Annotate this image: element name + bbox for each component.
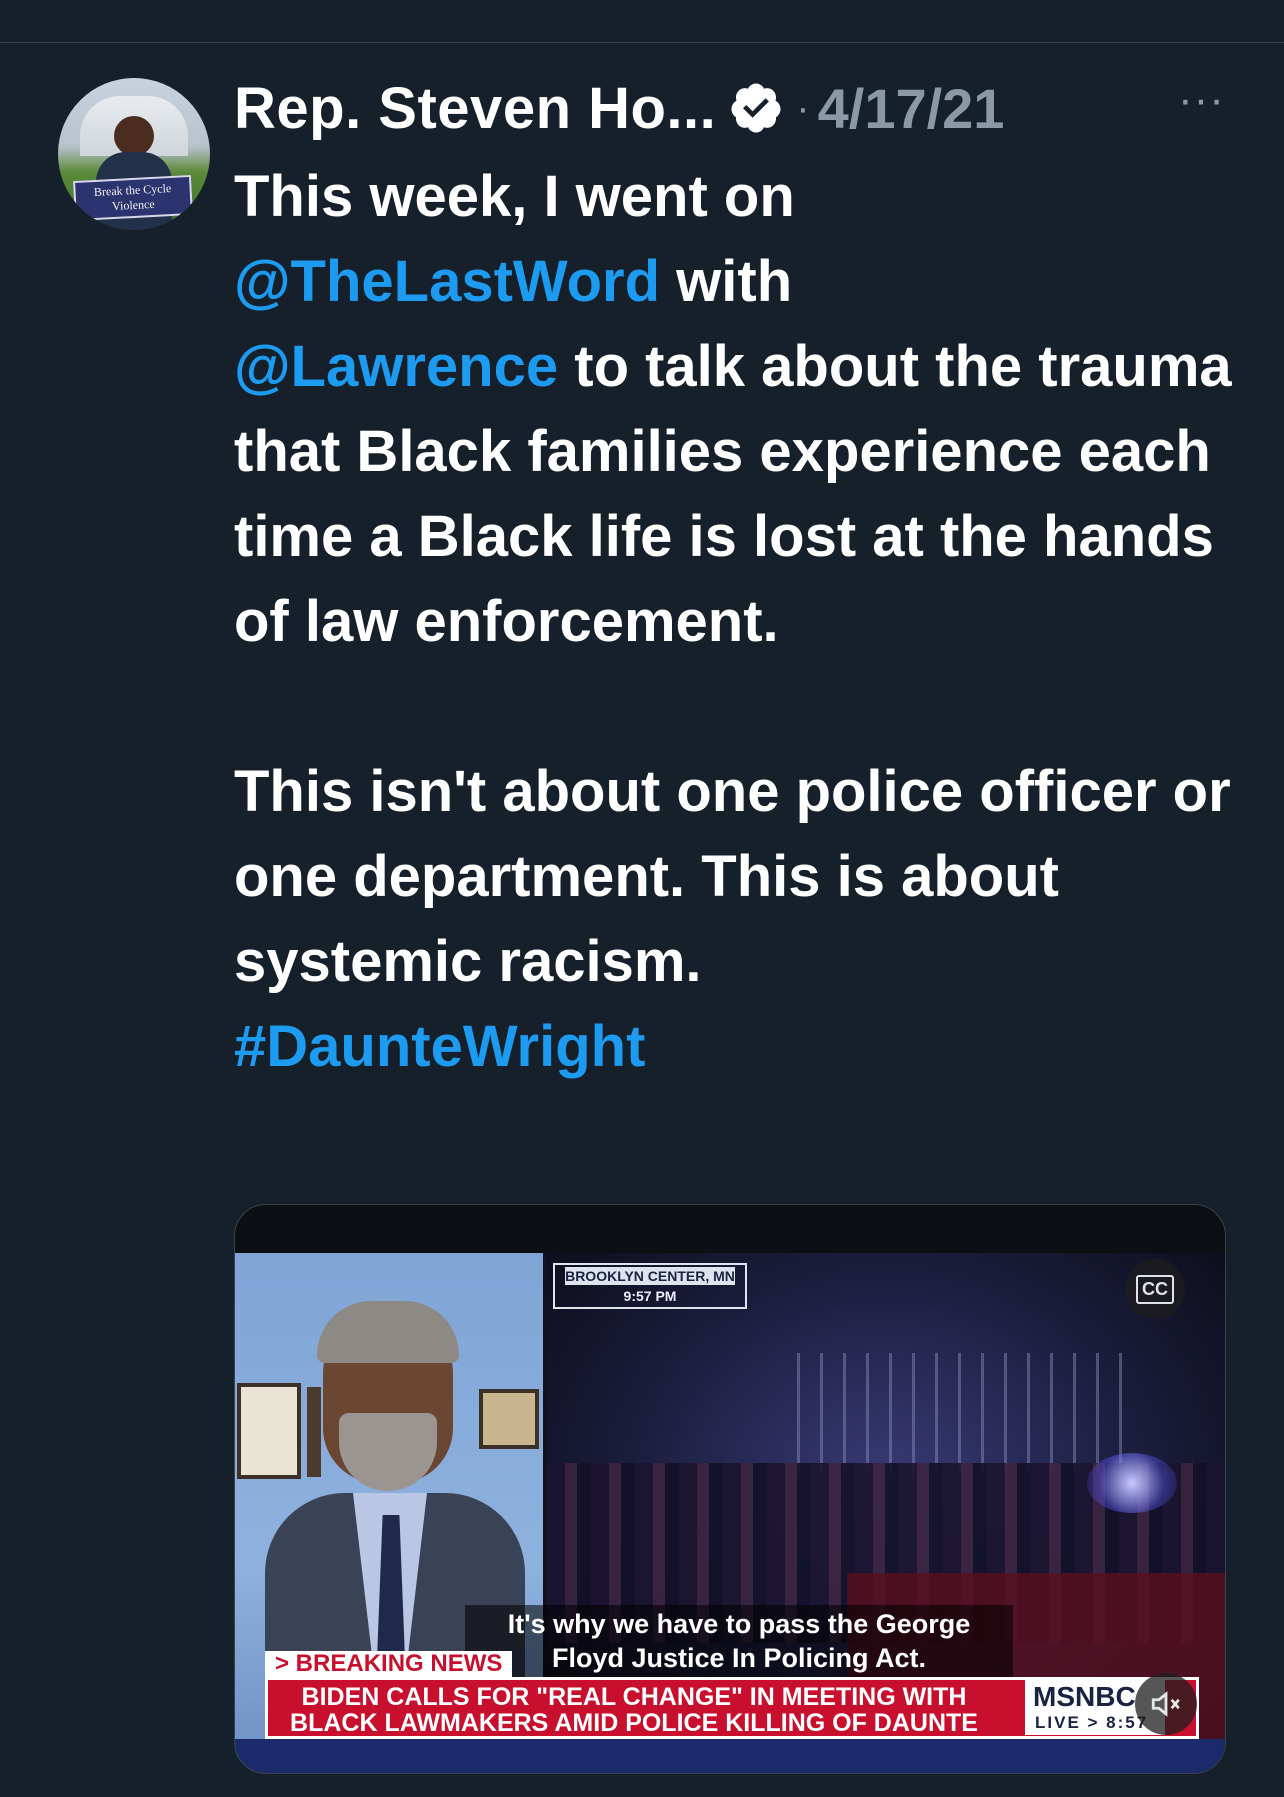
video-player[interactable]: BROOKLYN CENTER, MN 9:57 PM CC It's why … <box>235 1253 1225 1773</box>
tweet-text: This week, I went on @TheLastWord with @La… <box>234 154 1234 1089</box>
wall-frame <box>479 1389 539 1449</box>
wall-frame <box>307 1387 321 1477</box>
tweet-text-with: with <box>660 249 793 314</box>
tweet-text-intro: This week, I went on <box>234 164 795 229</box>
light-flare <box>1087 1453 1177 1513</box>
dateline-time: 9:57 PM <box>623 1288 677 1304</box>
speaker-hair <box>317 1301 459 1363</box>
fence <box>777 1353 1137 1473</box>
top-bar <box>0 0 1284 43</box>
cc-label: CC <box>1136 1274 1174 1304</box>
ticker-bottom-bar <box>235 1739 1225 1773</box>
avatar-sign: Break the Cycle Violence <box>73 174 193 222</box>
more-icon[interactable]: ··· <box>1178 78 1224 128</box>
tweet-header: Rep. Steven Ho... · 4/17/21 <box>234 75 1234 142</box>
video-card[interactable]: BROOKLYN CENTER, MN 9:57 PM CC It's why … <box>234 1204 1226 1774</box>
mention-thelastword[interactable]: @TheLastWord <box>234 249 660 314</box>
tweet-text-body-2: This isn't about one police officer or o… <box>234 759 1231 994</box>
dateline-location: BROOKLYN CENTER, MN <box>565 1267 735 1285</box>
breaking-news-label: > BREAKING NEWS <box>265 1651 513 1677</box>
live-label: LIVE > 8:57 <box>1035 1713 1149 1732</box>
avatar[interactable]: Break the Cycle Violence <box>58 78 210 230</box>
tweet-paragraph-2: This isn't about one police officer or o… <box>234 749 1234 1089</box>
tweet-date[interactable]: 4/17/21 <box>818 76 1005 141</box>
hashtag-dauntewright[interactable]: #DaunteWright <box>234 1014 645 1079</box>
dateline: BROOKLYN CENTER, MN 9:57 PM <box>553 1263 747 1309</box>
mute-icon[interactable] <box>1135 1673 1197 1735</box>
mention-lawrence[interactable]: @Lawrence <box>234 334 558 399</box>
author-name[interactable]: Rep. Steven Ho... <box>234 75 716 142</box>
verified-badge-icon <box>731 83 781 133</box>
closed-captions-icon[interactable]: CC <box>1125 1259 1185 1319</box>
speaker-muted-icon <box>1151 1691 1180 1717</box>
separator-dot: · <box>796 85 810 130</box>
network-name: MSNBC <box>1033 1681 1136 1712</box>
speaker-beard <box>339 1413 437 1491</box>
wall-frame <box>237 1383 301 1479</box>
video-caption: It's why we have to pass the George Floy… <box>465 1605 1013 1677</box>
tweet-paragraph-1: This week, I went on @TheLastWord with @La… <box>234 154 1234 664</box>
avatar-head <box>114 116 154 156</box>
